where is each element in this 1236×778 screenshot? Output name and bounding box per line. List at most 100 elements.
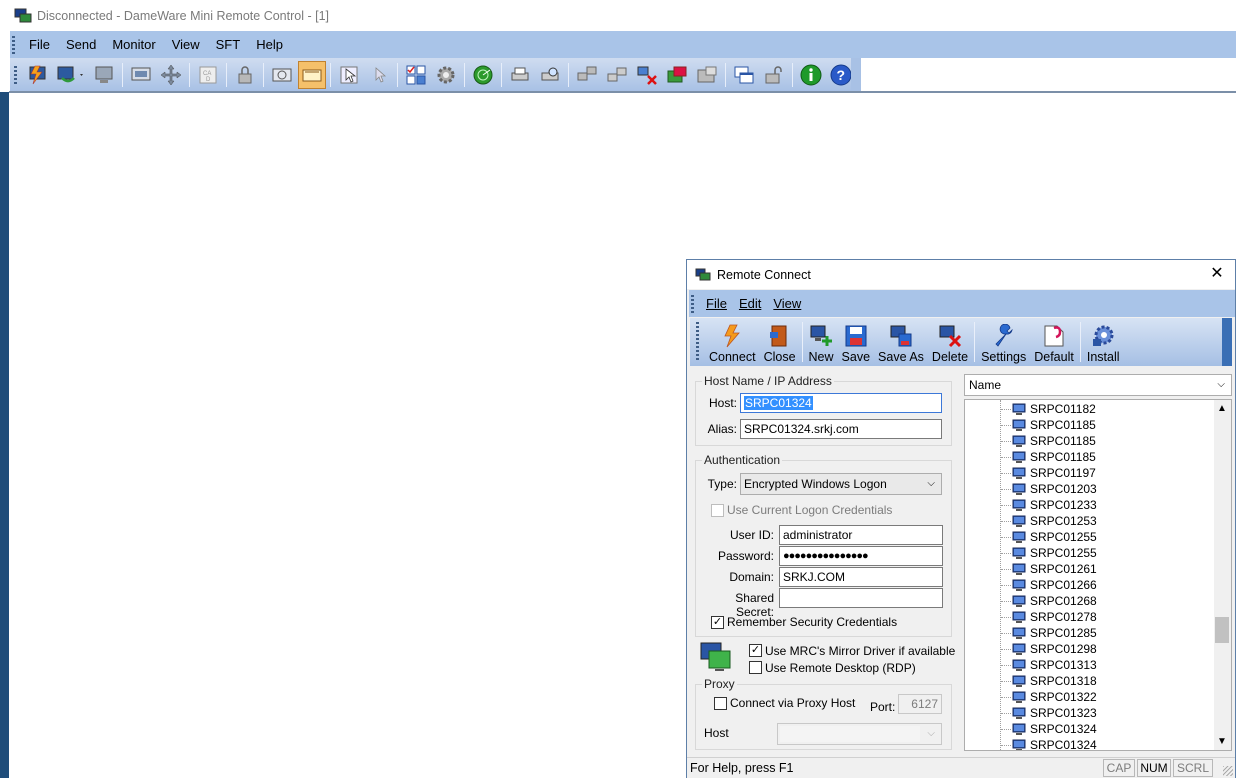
save-button[interactable]: Save	[838, 320, 875, 366]
network-icon[interactable]	[573, 61, 601, 89]
shared-secret-input[interactable]	[779, 588, 943, 608]
tree-host-item[interactable]: SRPC01255	[965, 529, 1097, 545]
remember-credentials-checkbox[interactable]: ✓	[711, 616, 724, 629]
dialog-toolbar-grip[interactable]	[696, 322, 699, 362]
tree-host-item[interactable]: SRPC01324	[965, 737, 1097, 750]
tree-host-item[interactable]: SRPC01233	[965, 497, 1097, 513]
resize-grip-icon[interactable]	[1223, 766, 1233, 776]
full-screen-icon[interactable]	[298, 60, 326, 89]
remote-screen-icon[interactable]	[90, 61, 118, 89]
menu-file[interactable]: File	[21, 37, 58, 52]
tree-host-item[interactable]: SRPC01318	[965, 673, 1097, 689]
dialog-toolbar-overflow-icon[interactable]	[1222, 318, 1232, 366]
tree-host-item[interactable]: SRPC01266	[965, 577, 1097, 593]
tree-host-item[interactable]: SRPC01203	[965, 481, 1097, 497]
tree-host-item[interactable]: SRPC01285	[965, 625, 1097, 641]
tree-host-item[interactable]: SRPC01323	[965, 705, 1097, 721]
toolbar-overflow-chevron-icon[interactable]	[851, 58, 861, 91]
remote-pointer-icon[interactable]	[365, 61, 393, 89]
menubar-grip[interactable]	[12, 35, 15, 54]
proxy-host-value	[780, 726, 920, 742]
print-icon[interactable]	[506, 61, 534, 89]
security-lock-icon[interactable]	[760, 61, 788, 89]
dialog-menu-file[interactable]: File	[700, 296, 733, 311]
pointer-icon[interactable]	[335, 61, 363, 89]
chevron-down-icon: ⌵	[927, 728, 935, 739]
tree-host-item[interactable]: SRPC01322	[965, 689, 1097, 705]
connect-via-proxy-checkbox[interactable]	[714, 697, 727, 710]
userid-input[interactable]: administrator	[779, 525, 943, 545]
default-button[interactable]: Default	[1030, 320, 1078, 366]
host-input[interactable]: SRPC01324	[740, 393, 942, 413]
tree-host-item[interactable]: SRPC01313	[965, 657, 1097, 673]
menu-monitor[interactable]: Monitor	[104, 37, 163, 52]
scrollbar-thumb[interactable]	[1215, 617, 1229, 643]
print-preview-icon[interactable]	[536, 61, 564, 89]
tree-host-item[interactable]: SRPC01185	[965, 449, 1096, 465]
menu-help[interactable]: Help	[248, 37, 291, 52]
tree-host-item[interactable]: SRPC01324	[965, 721, 1097, 737]
tree-connector	[1001, 456, 1011, 458]
dialog-menubar-grip[interactable]	[691, 294, 694, 313]
use-rdp-checkbox[interactable]	[749, 661, 762, 674]
lock-keyboard-icon[interactable]	[231, 61, 259, 89]
tree-host-item[interactable]: SRPC01255	[965, 545, 1097, 561]
tree-host-item[interactable]: SRPC01278	[965, 609, 1097, 625]
view-only-icon[interactable]	[127, 61, 155, 89]
close-button[interactable]: Close	[760, 320, 800, 366]
tree-host-item[interactable]: SRPC01197	[965, 465, 1096, 481]
network-share-icon[interactable]	[603, 61, 631, 89]
alias-input[interactable]: SRPC01324.srkj.com	[740, 419, 942, 439]
scroll-down-icon[interactable]: ▼	[1217, 736, 1227, 747]
proxy-host-select[interactable]: ⌵	[777, 723, 942, 745]
dialog-menu-view[interactable]: View	[767, 296, 807, 311]
folder-icon[interactable]	[693, 61, 721, 89]
computer-icon	[1012, 659, 1026, 671]
scroll-up-icon[interactable]: ▲	[1217, 403, 1227, 414]
radar-icon[interactable]	[469, 61, 497, 89]
tree-host-item[interactable]: SRPC01298	[965, 641, 1097, 657]
tree-host-item[interactable]: SRPC01261	[965, 561, 1097, 577]
dialog-menu-edit[interactable]: Edit	[733, 296, 767, 311]
gear-icon[interactable]	[432, 61, 460, 89]
folder-transfer-icon[interactable]	[663, 61, 691, 89]
auth-type-select[interactable]: Encrypted Windows Logon ⌵	[740, 473, 942, 495]
tree-host-item[interactable]: SRPC01185	[965, 433, 1096, 449]
disconnect-icon[interactable]	[54, 61, 88, 89]
tree-scrollbar[interactable]: ▲ ▼	[1214, 400, 1231, 750]
info-icon[interactable]	[797, 61, 825, 89]
save-as-button[interactable]: Save As	[874, 320, 928, 366]
menu-send[interactable]: Send	[58, 37, 104, 52]
close-icon[interactable]: ✕	[1207, 264, 1227, 284]
tree-host-item[interactable]: SRPC01253	[965, 513, 1097, 529]
menu-sft[interactable]: SFT	[208, 37, 249, 52]
move-icon[interactable]	[157, 61, 185, 89]
tree-host-name: SRPC01318	[1030, 674, 1097, 688]
dialog-toolbar: Connect Close New Save Save As Delete Se…	[690, 318, 1231, 366]
toolbar-grip[interactable]	[14, 65, 17, 84]
tree-host-item[interactable]: SRPC01268	[965, 593, 1097, 609]
tree-host-item[interactable]: SRPC01185	[965, 417, 1096, 433]
scale-screen-icon[interactable]	[268, 61, 296, 89]
cascade-windows-icon[interactable]	[730, 61, 758, 89]
tree-sort-select[interactable]: Name ⌵	[964, 374, 1232, 396]
new-button[interactable]: New	[805, 320, 838, 366]
connect-icon[interactable]	[24, 61, 52, 89]
ctrl-alt-del-icon[interactable]: CA D	[194, 61, 222, 89]
password-label: Password:	[717, 549, 774, 563]
port-input[interactable]: 6127	[898, 694, 942, 714]
install-button[interactable]: Install	[1083, 320, 1124, 366]
domain-input[interactable]: SRKJ.COM	[779, 567, 943, 587]
menu-view[interactable]: View	[164, 37, 208, 52]
settings-button[interactable]: Settings	[977, 320, 1030, 366]
password-input[interactable]: ●●●●●●●●●●●●●●●	[779, 546, 943, 566]
use-current-logon-checkbox[interactable]	[711, 504, 724, 517]
delete-button[interactable]: Delete	[928, 320, 972, 366]
mirror-driver-checkbox[interactable]: ✓	[749, 644, 762, 657]
tree-host-item[interactable]: SRPC01182	[965, 401, 1096, 417]
main-window: Disconnected - DameWare Mini Remote Cont…	[0, 0, 1236, 778]
network-disconnect-icon[interactable]	[633, 61, 661, 89]
tree-host-name: SRPC01324	[1030, 722, 1097, 736]
settings-grid-icon[interactable]	[402, 61, 430, 89]
connect-button[interactable]: Connect	[705, 320, 760, 366]
